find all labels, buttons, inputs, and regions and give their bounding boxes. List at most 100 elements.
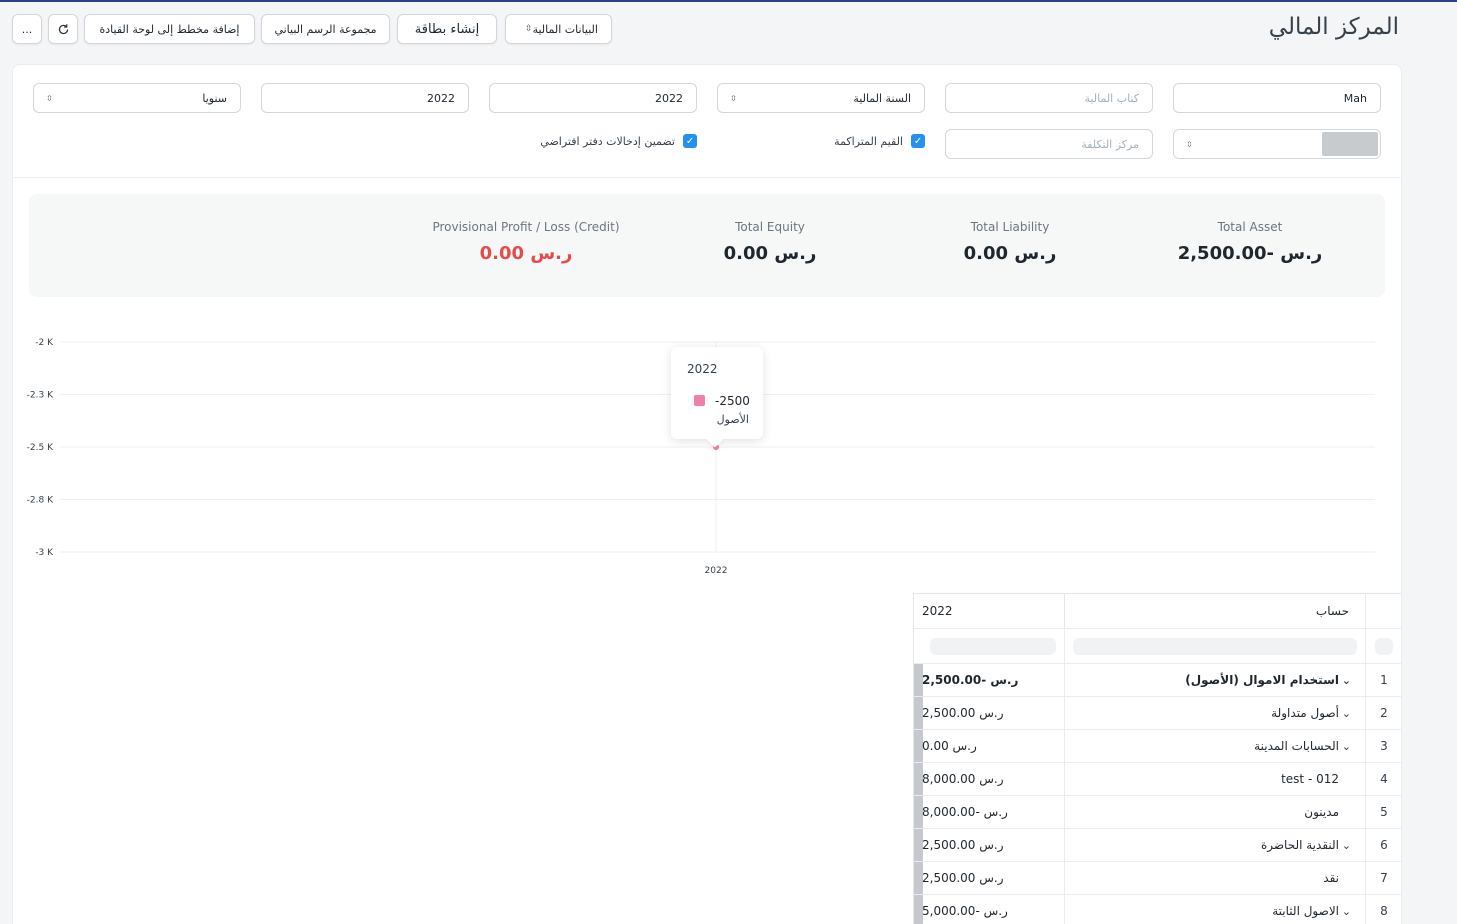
profit-loss-value: ر.س 0.00 [479, 243, 573, 264]
financial-data-dropdown[interactable]: البيانات المالية ⇳ [505, 14, 612, 44]
report-summary: Total Asset ر.س -2,500.00 Total Liabilit… [29, 194, 1385, 297]
row-index: 3 [1380, 739, 1388, 753]
y-tick-label: -3 K [35, 548, 54, 558]
total-asset-value: ر.س -2,500.00 [1177, 243, 1323, 264]
accumulated-values-checkbox[interactable]: ✓ القيم المتراكمة [829, 134, 925, 148]
to-fiscal-year-field[interactable]: 2022 [261, 83, 469, 113]
presentation-currency-select[interactable]: ⇳ [1173, 129, 1381, 159]
row-account[interactable]: ⌄ أصول متداولة [1065, 697, 1366, 729]
total-liability-label: Total Liability [970, 220, 1050, 234]
table-row[interactable]: ر.س -2,500.00 ⌄ استخدام الاموال (الأصول) 1 [914, 664, 1402, 697]
year-filter-input[interactable] [930, 637, 1056, 655]
y-tick-label: -2.8 K [27, 496, 54, 506]
refresh-icon [58, 23, 68, 34]
row-account[interactable]: ⌄ النقدية الحاضرة [1065, 829, 1366, 861]
total-equity-summary: Total Equity ر.س 0.00 [650, 220, 890, 264]
accumulated-values-label: القيم المتراكمة [834, 134, 903, 148]
row-value[interactable]: ر.س 0.00 [922, 730, 1065, 762]
row-index: 5 [1380, 805, 1388, 819]
page-title: المركز المالي [1268, 14, 1399, 40]
chevron-down-icon[interactable]: ⌄ [1342, 905, 1351, 918]
row-account-label: الحسابات المدينة [1254, 739, 1339, 753]
row-index: 1 [1380, 673, 1388, 687]
finance-book-placeholder: كتاب المالية [1084, 91, 1139, 105]
table-row[interactable]: ر.س 2,500.00 نقد 7 [914, 862, 1402, 895]
row-account-label: النقدية الحاضرة [1260, 838, 1339, 852]
header-account-label: حساب [1315, 604, 1349, 618]
row-account-label: أصول متداولة [1271, 706, 1339, 720]
more-button[interactable]: ... [12, 14, 42, 44]
chevron-down-icon[interactable]: ⌄ [1342, 674, 1351, 687]
total-equity-label: Total Equity [735, 220, 805, 234]
total-liability-value: ر.س 0.00 [963, 243, 1057, 264]
row-index: 2 [1380, 706, 1388, 720]
row-value[interactable]: ر.س -2,500.00 [922, 664, 1065, 696]
total-asset-summary: Total Asset ر.س -2,500.00 [1130, 220, 1370, 264]
create-card-button[interactable]: إنشاء بطاقة [397, 14, 497, 44]
row-value[interactable]: ر.س -8,000.00 [922, 796, 1065, 828]
from-fiscal-year-field[interactable]: 2022 [489, 83, 697, 113]
row-value[interactable]: ر.س -5,000.00 [922, 895, 1065, 924]
divider [12, 177, 1402, 178]
checkbox-checked-icon[interactable]: ✓ [911, 134, 925, 148]
finance-book-field[interactable]: كتاب المالية [945, 83, 1153, 113]
row-account[interactable]: نقد [1065, 862, 1366, 894]
total-equity-value: ر.س 0.00 [723, 243, 817, 264]
table-row[interactable]: ر.س -8,000.00 مدينون 5 [914, 796, 1402, 829]
row-account[interactable]: ⌄ الاصول الثابتة [1065, 895, 1366, 924]
row-account[interactable]: ⌄ الحسابات المدينة [1065, 730, 1366, 762]
row-value[interactable]: ر.س 2,500.00 [922, 829, 1065, 861]
include-default-book-checkbox[interactable]: ✓ تضمين إدخالات دفتر افتراضي [533, 134, 697, 148]
financial-data-label: البيانات المالية [532, 22, 598, 36]
row-account-label: الاصول الثابتة [1272, 904, 1339, 918]
company-field[interactable]: Mah [1173, 83, 1381, 113]
tooltip-series-swatch [694, 395, 705, 406]
y-tick-label: -2.3 K [27, 391, 54, 401]
tooltip-series-name: الأصول [716, 413, 749, 426]
checkbox-checked-icon[interactable]: ✓ [683, 134, 697, 148]
year-filter-cell[interactable] [922, 629, 1065, 663]
refresh-button[interactable] [48, 14, 78, 44]
table-row[interactable]: ر.س 8,000.00 012 - test 4 [914, 763, 1402, 796]
header-account[interactable]: حساب [1065, 594, 1366, 628]
header-index [1366, 594, 1402, 628]
page-header: المركز المالي البيانات المالية ⇳ إنشاء ب… [0, 2, 1457, 62]
periodicity-value: سنويا [202, 91, 227, 105]
chevron-updown-icon: ⇳ [1186, 139, 1193, 149]
chevron-updown-icon: ⇳ [730, 93, 737, 103]
profit-loss-label: Provisional Profit / Loss (Credit) [432, 220, 620, 234]
account-filter-input[interactable] [1073, 637, 1357, 655]
add-to-dashboard-button[interactable]: إضافة مخطط إلى لوحة القيادة [84, 14, 255, 44]
y-tick-label: -2 K [35, 338, 54, 348]
table-row[interactable]: ر.س 2,500.00 ⌄ النقدية الحاضرة 6 [914, 829, 1402, 862]
row-account[interactable]: مدينون [1065, 796, 1366, 828]
row-value[interactable]: ر.س 8,000.00 [922, 763, 1065, 795]
header-year-label: 2022 [922, 604, 953, 618]
row-value[interactable]: ر.س 2,500.00 [922, 697, 1065, 729]
header-year[interactable]: 2022 [922, 594, 1065, 628]
chevron-down-icon[interactable]: ⌄ [1342, 839, 1351, 852]
chevron-down-icon[interactable]: ⌄ [1342, 707, 1351, 720]
total-asset-label: Total Asset [1217, 220, 1283, 234]
table-row[interactable]: ر.س -5,000.00 ⌄ الاصول الثابتة 8 [914, 895, 1402, 924]
row-index: 6 [1380, 838, 1388, 852]
table-row[interactable]: ر.س 0.00 ⌄ الحسابات المدينة 3 [914, 730, 1402, 763]
chevron-down-icon[interactable]: ⌄ [1342, 740, 1351, 753]
row-account[interactable]: ⌄ استخدام الاموال (الأصول) [1065, 664, 1366, 696]
row-account-label: نقد [1323, 871, 1339, 885]
account-filter-cell[interactable] [1065, 629, 1366, 663]
row-account[interactable]: 012 - test [1065, 763, 1366, 795]
chart-tooltip: 2022 -2500 الأصول [671, 347, 763, 448]
chart-group-button[interactable]: مجموعة الرسم البياني [261, 14, 390, 44]
profit-loss-summary: Provisional Profit / Loss (Credit) ر.س 0… [386, 220, 666, 264]
table-row[interactable]: ر.س 2,500.00 ⌄ أصول متداولة 2 [914, 697, 1402, 730]
currency-placeholder-block [1322, 132, 1378, 156]
from-year-value: 2022 [655, 91, 683, 105]
row-account-label: 012 - test [1281, 772, 1339, 786]
index-filter-input [1375, 637, 1393, 655]
cost-center-field[interactable]: مركز التكلفة [945, 129, 1153, 159]
row-index: 7 [1380, 871, 1388, 885]
row-value[interactable]: ر.س 2,500.00 [922, 862, 1065, 894]
periodicity-select[interactable]: سنويا ⇳ [33, 83, 241, 113]
period-selection-select[interactable]: السنة المالية ⇳ [717, 83, 925, 113]
